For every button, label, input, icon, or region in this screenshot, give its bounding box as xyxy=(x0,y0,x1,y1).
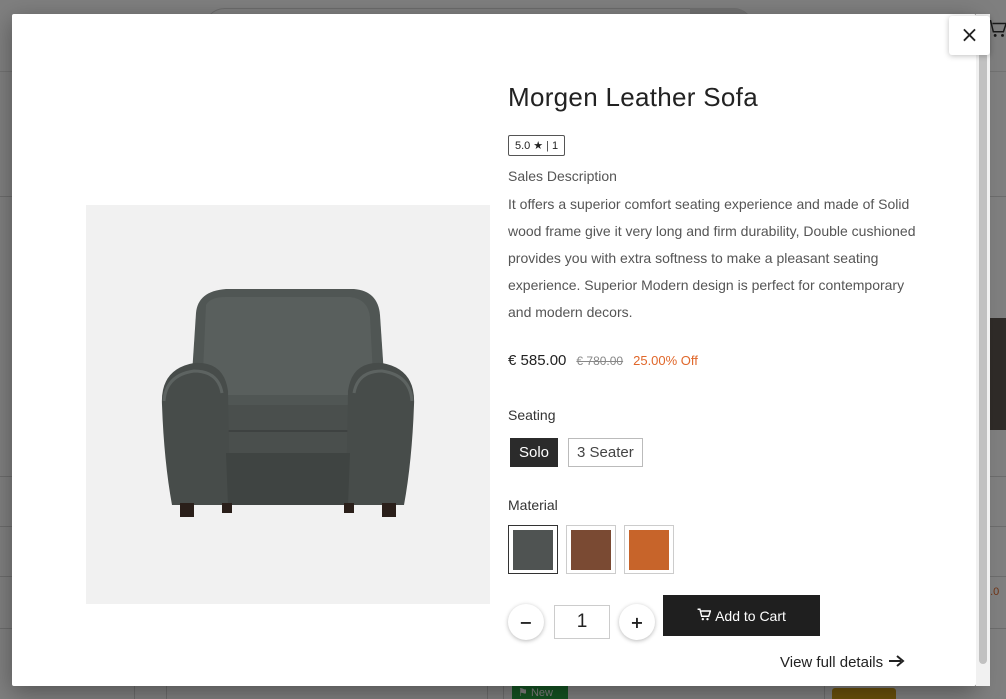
close-icon: × xyxy=(960,23,979,48)
rating-score: 5.0 xyxy=(515,139,531,152)
material-label: Material xyxy=(508,497,558,513)
swatch-fill xyxy=(629,530,669,570)
material-swatch-brown[interactable] xyxy=(566,525,616,574)
add-to-cart-button[interactable]: Add to Cart xyxy=(663,595,820,636)
add-to-cart-label: Add to Cart xyxy=(715,607,786,624)
current-price: € 585.00 xyxy=(508,352,567,369)
modal-scrollbar[interactable] xyxy=(976,14,990,686)
swatch-fill xyxy=(513,530,553,570)
rating-separator: | xyxy=(546,139,550,152)
minus-icon: − xyxy=(519,612,533,632)
close-button[interactable]: × xyxy=(949,16,990,55)
rating-badge: 5.0 ★ | 1 xyxy=(508,135,566,156)
discount-label: 25.00% Off xyxy=(633,353,698,368)
view-full-details-label: View full details xyxy=(780,654,884,671)
quantity-increase-button[interactable]: + xyxy=(619,604,655,640)
quantity-input[interactable] xyxy=(554,605,610,639)
armchair-image xyxy=(161,289,415,517)
product-description: It offers a superior comfort seating exp… xyxy=(508,196,916,320)
rating-count: 1 xyxy=(552,139,559,152)
sales-description-heading: Sales Description xyxy=(508,168,617,184)
plus-icon: + xyxy=(630,612,644,632)
seating-label: Seating xyxy=(508,407,556,423)
arrow-right-icon xyxy=(889,654,905,671)
swatch-fill xyxy=(571,530,611,570)
star-icon: ★ xyxy=(533,140,544,152)
seating-option-3-seater[interactable]: 3 Seater xyxy=(568,438,643,467)
product-title: Morgen Leather Sofa xyxy=(508,82,758,112)
original-price: € 780.00 xyxy=(576,354,624,368)
scrollbar-thumb[interactable] xyxy=(979,34,987,664)
product-image xyxy=(86,205,490,604)
quantity-decrease-button[interactable]: − xyxy=(508,604,544,640)
seating-option-solo[interactable]: Solo xyxy=(510,438,559,467)
material-swatch-tan[interactable] xyxy=(624,525,674,574)
cart-icon xyxy=(697,608,712,624)
material-swatch-charcoal[interactable] xyxy=(508,525,558,574)
price-row: € 585.00 € 780.00 25.00% Off xyxy=(508,352,698,369)
quick-view-modal: Morgen Leather Sofa 5.0 ★ | 1 Sales Desc… xyxy=(12,14,976,686)
view-full-details-link[interactable]: View full details xyxy=(780,654,905,671)
